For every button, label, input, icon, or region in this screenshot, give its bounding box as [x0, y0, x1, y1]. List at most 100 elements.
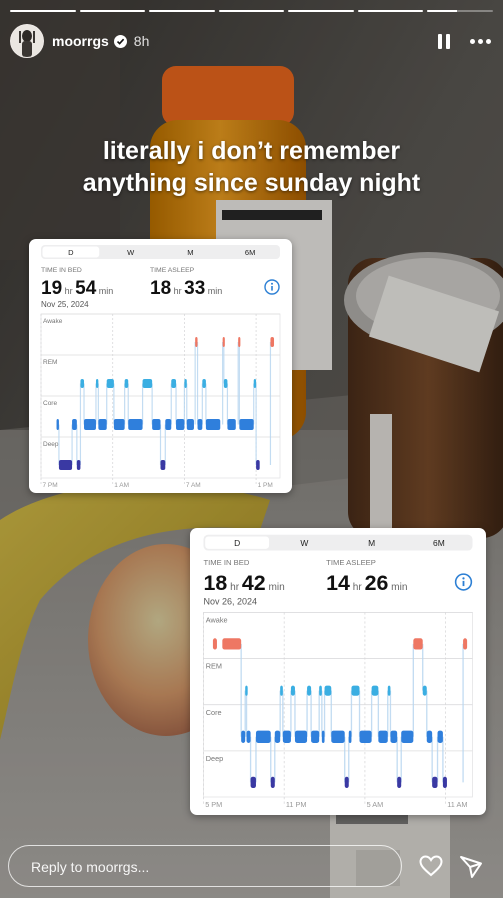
- sleep-segment-core: [197, 419, 203, 430]
- sleep-card-nov-25: D W M 6M TIME IN BED TIME ASLEEP 19 hr 54 min 18 hr…: [29, 239, 292, 493]
- sleep-segment-deep: [397, 776, 402, 788]
- sleep-segment-core: [378, 730, 388, 743]
- sleep-segment-core: [176, 419, 185, 430]
- sleep-card-nov-26: D W M 6M TIME IN BED TIME ASLEEP 18 hr 42 min 14 hr…: [190, 528, 486, 815]
- period-tab-6m[interactable]: 6M: [433, 538, 445, 548]
- sleep-segment-rem: [319, 685, 322, 696]
- heart-icon[interactable]: [418, 853, 444, 879]
- sleep-segment-core: [274, 730, 281, 743]
- sleep-segment-rem: [223, 379, 228, 388]
- progress-segment: [427, 10, 494, 12]
- caption-line-2: anything since sunday night: [82, 169, 421, 197]
- time-tick-label: 5 PM: [205, 800, 222, 809]
- sleep-segment-rem: [387, 685, 391, 696]
- time-in-bed-value-minutes: 54: [75, 278, 97, 299]
- time-tick-label: 11 PM: [286, 800, 307, 809]
- period-tab-m[interactable]: M: [368, 538, 375, 548]
- sleep-segment-rem: [142, 379, 153, 388]
- verified-badge-icon: [113, 34, 127, 48]
- progress-segment: [10, 10, 76, 12]
- progress-fill: [288, 10, 354, 12]
- time-in-bed-value-minutes: 42: [242, 571, 266, 595]
- time-asleep-label: TIME ASLEEP: [326, 558, 376, 567]
- period-tab-w[interactable]: W: [300, 538, 308, 548]
- time-asleep-value-min-unit: min: [391, 582, 407, 593]
- username[interactable]: moorrgs: [52, 33, 109, 49]
- sleep-segment-core: [255, 730, 271, 743]
- sleep-segment-core: [84, 419, 96, 430]
- sleep-segment-awake: [238, 337, 241, 347]
- time-in-bed-label: TIME IN BED: [41, 267, 82, 274]
- reply-input[interactable]: [29, 846, 393, 888]
- story-viewer[interactable]: moorrgs 8h literally i don’t remember an…: [0, 0, 503, 898]
- progress-segment: [218, 10, 285, 12]
- info-icon-stem: [462, 580, 465, 587]
- sleep-segment-awake: [195, 337, 198, 347]
- info-icon[interactable]: [454, 573, 473, 591]
- sleep-segment-awake: [413, 638, 423, 650]
- time-in-bed-value-hr-unit: hr: [230, 582, 240, 593]
- reply-field[interactable]: [8, 845, 402, 888]
- stage-label-core: Core: [206, 708, 222, 717]
- sleep-card-canvas: D W M 6MTIME IN BED TIME ASLEEP18 hr 42 min 14 hr…: [203, 534, 473, 809]
- progress-segment: [357, 10, 424, 12]
- post-time: 8h: [133, 33, 150, 49]
- caption-line-1: literally i don’t remember: [102, 137, 401, 165]
- sleep-segment-rem: [202, 379, 206, 388]
- time-in-bed-value-hr-unit: hr: [65, 286, 73, 296]
- story-header: moorrgs 8h: [10, 24, 491, 58]
- info-icon[interactable]: [264, 279, 280, 295]
- sleep-card-canvas: D W M 6MTIME IN BED TIME ASLEEP19 hr 54 min 18 hr…: [40, 245, 281, 489]
- sleep-segment-rem: [80, 379, 85, 388]
- time-asleep-value: 14 hr 26 min: [326, 571, 407, 595]
- info-icon-dot: [271, 282, 273, 285]
- info-icon-stem: [271, 286, 273, 291]
- sleep-segment-rem: [171, 379, 177, 388]
- time-tick-label: 1 AM: [114, 482, 129, 489]
- period-tab-d[interactable]: D: [234, 538, 240, 548]
- time-asleep-value-hr-unit: hr: [353, 582, 363, 593]
- sleep-segment-rem: [184, 379, 187, 388]
- sleep-segment-awake: [270, 337, 275, 347]
- time-asleep-value-hours: 18: [150, 278, 171, 299]
- period-tab-6m[interactable]: 6M: [245, 248, 255, 257]
- time-in-bed-value: 18 hr 42 min: [204, 571, 285, 595]
- period-tab-w[interactable]: W: [127, 248, 135, 257]
- avatar-image: [11, 25, 43, 57]
- period-tab-m[interactable]: M: [187, 248, 193, 257]
- sleep-segment-core: [241, 730, 246, 743]
- time-tick-label: 1 PM: [258, 482, 273, 489]
- progress-fill: [427, 10, 457, 12]
- send-icon[interactable]: [458, 854, 484, 880]
- progress-fill: [357, 10, 424, 12]
- sleep-segment-core: [98, 419, 107, 430]
- time-tick-label: 7 PM: [43, 482, 58, 489]
- sleep-segment-core: [390, 730, 398, 743]
- time-asleep-value-min-unit: min: [208, 286, 223, 296]
- time-tick-label: 11 AM: [447, 800, 467, 809]
- sleep-segment-awake: [463, 638, 468, 650]
- time-asleep-value-minutes: 33: [184, 278, 205, 299]
- avatar[interactable]: [10, 24, 44, 58]
- sleep-segment-rem: [245, 685, 248, 696]
- sleep-segment-core: [113, 419, 125, 430]
- time-in-bed-value-min-unit: min: [269, 582, 285, 593]
- period-tab-d[interactable]: D: [68, 248, 74, 257]
- story-progress-bar: [10, 10, 494, 12]
- sleep-segment-core: [401, 730, 414, 743]
- sleep-segment-core: [426, 730, 433, 743]
- sleep-segment-core: [205, 419, 221, 430]
- time-asleep-value-minutes: 26: [365, 571, 389, 595]
- stage-label-deep: Deep: [206, 754, 223, 763]
- sleep-segment-awake: [212, 638, 217, 650]
- pause-icon[interactable]: [438, 33, 450, 49]
- more-icon[interactable]: [470, 38, 491, 44]
- sleep-segment-core: [282, 730, 291, 743]
- sleep-segment-core: [72, 419, 77, 430]
- sleep-segment-awake: [222, 337, 225, 347]
- sleep-segment-core: [359, 730, 372, 743]
- sleep-segment-deep: [58, 460, 73, 470]
- sleep-segment-core: [186, 419, 194, 430]
- stage-label-core: Core: [43, 400, 57, 407]
- sleep-segment-core: [331, 730, 345, 743]
